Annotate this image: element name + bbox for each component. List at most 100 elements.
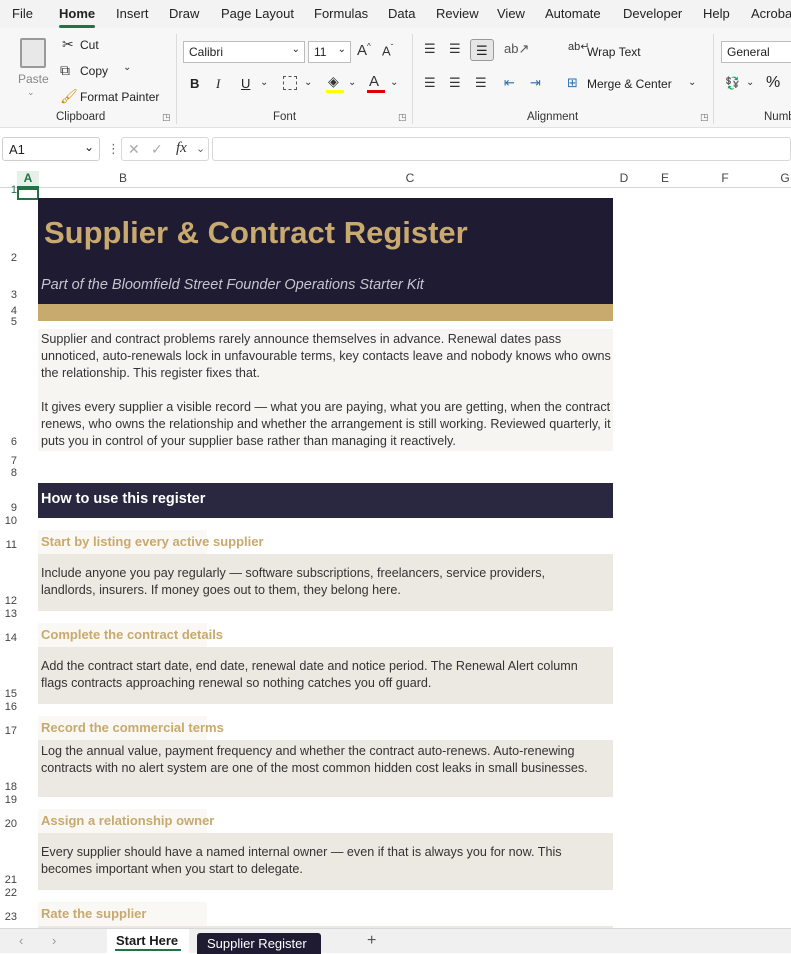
currency-icon[interactable]: 💱 [725, 77, 740, 89]
column-header-f[interactable]: F [695, 171, 755, 188]
orientation-icon[interactable]: ab↗ [504, 42, 529, 55]
italic-button[interactable]: I [216, 76, 220, 92]
align-left-icon[interactable]: ☰ [424, 76, 436, 89]
menu-developer[interactable]: Developer [623, 6, 682, 21]
active-cell-a1[interactable] [17, 188, 39, 200]
menu-automate[interactable]: Automate [545, 6, 601, 21]
menu-help[interactable]: Help [703, 6, 730, 21]
menu-page-layout[interactable]: Page Layout [221, 6, 294, 21]
row-header[interactable]: 2 [0, 252, 17, 264]
format-painter-icon[interactable]: 🖌 [60, 89, 78, 103]
row-header[interactable]: 22 [0, 887, 17, 899]
worksheet-grid[interactable]: Supplier & Contract Register Part of the… [17, 188, 791, 928]
font-size-select[interactable]: 11 ⌄ [308, 41, 351, 63]
fill-color-icon[interactable]: ◈ [328, 74, 339, 88]
chevron-down-icon[interactable]: ⌄ [348, 78, 356, 88]
column-header-e[interactable]: E [635, 171, 695, 188]
number-format-select[interactable]: General [721, 41, 791, 63]
percent-button[interactable]: % [766, 74, 780, 92]
align-top-icon[interactable]: ☰ [424, 42, 436, 55]
alignment-group-label: Alignment [527, 111, 579, 123]
menu-formulas[interactable]: Formulas [314, 6, 368, 21]
format-painter-button[interactable]: Format Painter [80, 90, 159, 104]
insert-function-button[interactable]: fx [176, 140, 187, 157]
cancel-icon[interactable]: ✕ [128, 141, 140, 158]
column-header-d[interactable]: D [613, 171, 635, 188]
row-header[interactable]: 20 [0, 818, 17, 830]
paste-button[interactable]: Paste [18, 72, 49, 86]
row-header[interactable]: 8 [0, 467, 17, 479]
menu-view[interactable]: View [497, 6, 525, 21]
row-header[interactable]: 5 [0, 316, 17, 328]
menu-insert[interactable]: Insert [116, 6, 149, 21]
decrease-indent-icon[interactable]: ⇤ [504, 76, 515, 89]
enter-icon[interactable]: ✓ [151, 141, 163, 158]
chevron-down-icon[interactable]: ⌄ [27, 88, 35, 97]
column-header-a[interactable]: A [17, 171, 39, 188]
scroll-left-icon[interactable]: ‹ [19, 933, 23, 948]
chevron-down-icon[interactable]: ⌄ [123, 63, 131, 73]
row-header[interactable]: 6 [0, 436, 17, 448]
font-color-icon[interactable]: A [369, 74, 379, 89]
row-header[interactable]: 17 [0, 725, 17, 737]
row-header[interactable]: 9 [0, 502, 17, 514]
row-header[interactable]: 19 [0, 794, 17, 806]
more-options-icon[interactable]: ⋮ [107, 142, 120, 155]
align-center-icon[interactable]: ☰ [449, 76, 461, 89]
menu-draw[interactable]: Draw [169, 6, 199, 21]
row-header[interactable]: 12 [0, 595, 17, 607]
merge-center-button[interactable]: Merge & Center [587, 77, 672, 91]
tab-supplier-register[interactable]: Supplier Register [197, 933, 321, 954]
row-header[interactable]: 3 [0, 289, 17, 301]
wrap-text-button[interactable]: Wrap Text [587, 45, 641, 59]
row-header[interactable]: 10 [0, 515, 17, 527]
chevron-down-icon[interactable]: ⌄ [688, 78, 696, 88]
menu-home[interactable]: Home [59, 6, 96, 28]
column-header-g[interactable]: G [755, 171, 791, 188]
align-right-icon[interactable]: ☰ [475, 76, 487, 89]
dialog-launcher-icon[interactable]: ◳ [162, 113, 171, 122]
chevron-down-icon[interactable]: ⌄ [304, 78, 312, 88]
bold-button[interactable]: B [190, 76, 199, 91]
formula-input[interactable] [212, 137, 791, 161]
row-header[interactable]: 21 [0, 874, 17, 886]
align-middle-icon[interactable]: ☰ [449, 42, 461, 55]
borders-icon[interactable] [283, 76, 297, 90]
scroll-right-icon[interactable]: › [52, 933, 56, 948]
tab-start-here[interactable]: Start Here [107, 929, 189, 953]
paste-icon[interactable] [20, 38, 46, 68]
row-header[interactable]: 14 [0, 632, 17, 644]
cut-button[interactable]: Cut [80, 38, 99, 52]
merge-center-icon[interactable]: ⊞ [567, 76, 578, 89]
row-header[interactable]: 23 [0, 911, 17, 923]
menu-review[interactable]: Review [436, 6, 479, 21]
underline-button[interactable]: U [241, 76, 250, 91]
name-box[interactable]: A1 ⌄ [2, 137, 100, 161]
increase-indent-icon[interactable]: ⇥ [530, 76, 541, 89]
add-sheet-button[interactable]: + [367, 932, 376, 950]
font-name-select[interactable]: Calibri ⌄ [183, 41, 305, 63]
row-header[interactable]: 11 [0, 539, 17, 551]
scissors-icon[interactable]: ✂ [62, 37, 74, 51]
chevron-down-icon[interactable]: ⌄ [390, 78, 398, 88]
row-header[interactable]: 16 [0, 701, 17, 713]
dialog-launcher-icon[interactable]: ◳ [700, 113, 709, 122]
row-header[interactable]: 7 [0, 455, 17, 467]
column-header-c[interactable]: C [207, 171, 613, 188]
menu-file[interactable]: File [12, 6, 33, 21]
row-header[interactable]: 13 [0, 608, 17, 620]
align-bottom-button[interactable]: ☰ [470, 39, 494, 61]
row-header[interactable]: 15 [0, 688, 17, 700]
row-header[interactable]: 18 [0, 781, 17, 793]
chevron-down-icon[interactable]: ⌄ [260, 78, 268, 88]
copy-button[interactable]: Copy [80, 64, 108, 78]
decrease-font-icon[interactable]: Aˇ [382, 44, 393, 58]
column-header-b[interactable]: B [39, 171, 207, 188]
copy-icon[interactable]: ⧉ [60, 63, 70, 77]
dialog-launcher-icon[interactable]: ◳ [398, 113, 407, 122]
menu-data[interactable]: Data [388, 6, 415, 21]
chevron-down-icon[interactable]: ⌄ [746, 78, 754, 88]
row-header[interactable]: 1 [0, 184, 17, 196]
menu-acrobat[interactable]: Acroba [751, 6, 791, 21]
increase-font-icon[interactable]: A^ [357, 43, 371, 59]
